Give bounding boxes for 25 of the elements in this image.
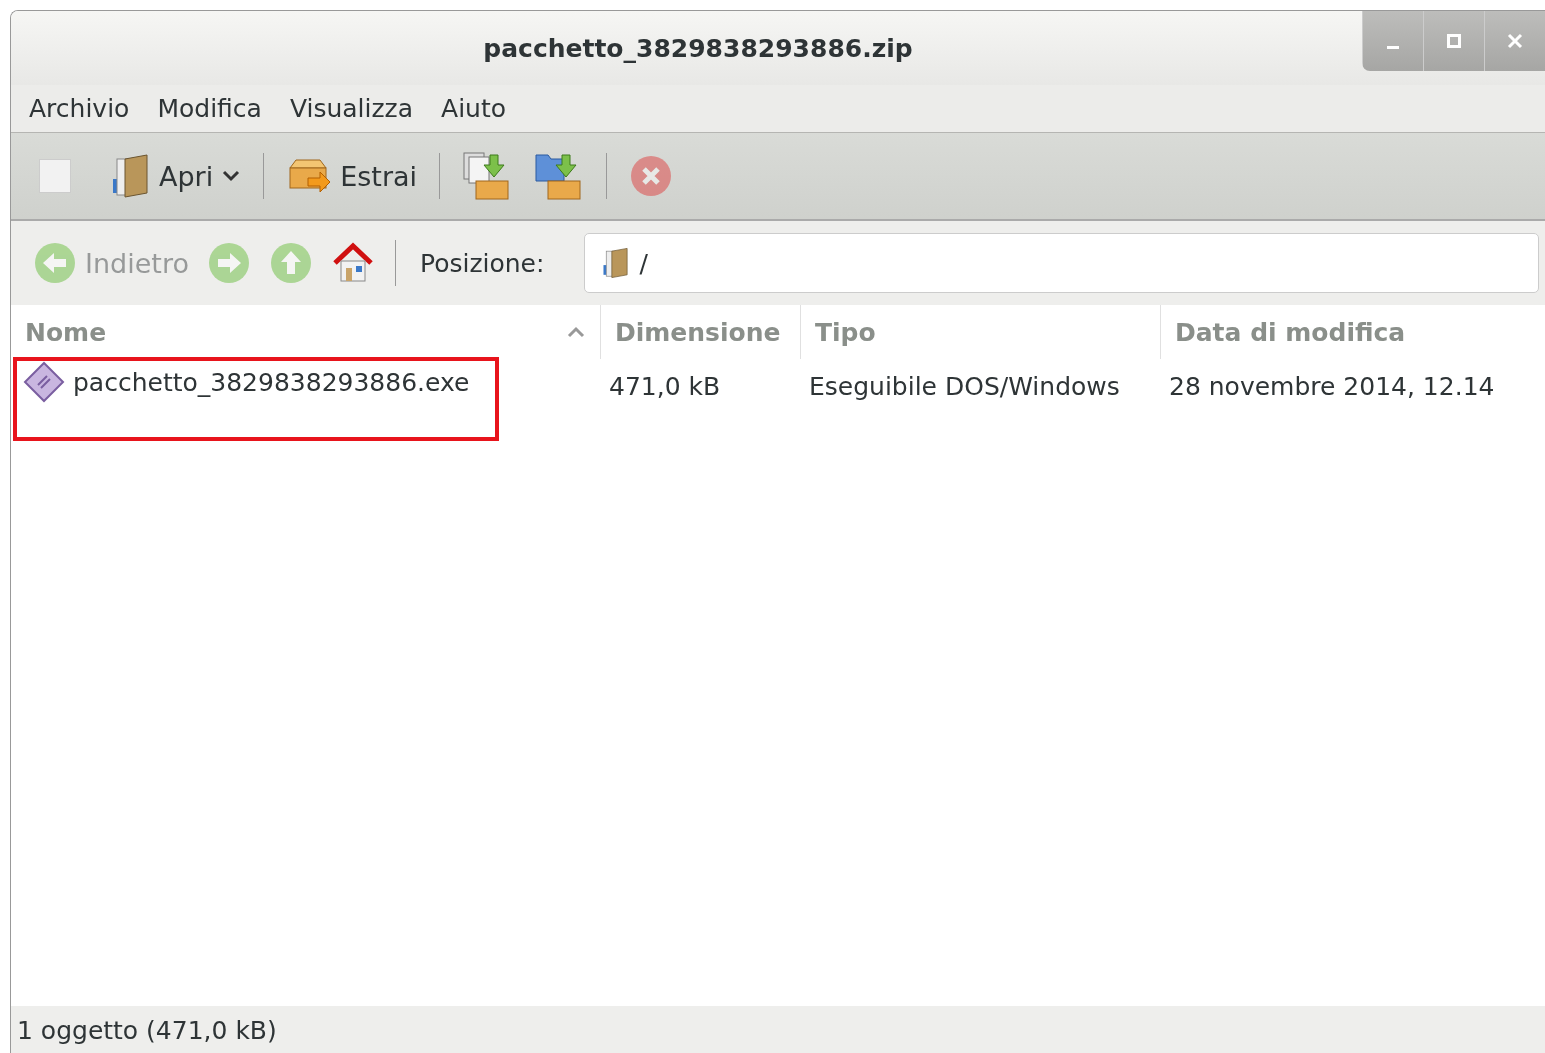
minimize-icon — [1387, 45, 1399, 49]
window-title: pacchetto_3829838293886.zip — [483, 33, 913, 63]
location-field[interactable]: / — [584, 233, 1539, 293]
executable-file-icon — [23, 361, 65, 403]
stop-icon — [629, 154, 674, 198]
maximize-button[interactable] — [1423, 11, 1484, 71]
checkbox[interactable] — [39, 159, 71, 193]
table-cell: 471,0 kB — [609, 371, 721, 401]
door-icon — [111, 153, 151, 199]
minimize-button[interactable] — [1362, 11, 1423, 71]
table-cell: 28 novembre 2014, 12.14 — [1169, 371, 1495, 401]
status-bar-text: 1 oggetto (471,0 kB) — [17, 1015, 277, 1045]
menu-item[interactable]: Archivio — [19, 94, 140, 123]
menu-item[interactable]: Visualizza — [279, 94, 424, 123]
location-label: Posizione: — [419, 248, 545, 278]
menu-item[interactable]: Aiuto — [431, 94, 517, 123]
caret-icon — [221, 169, 242, 183]
table-cell: pacchetto_3829838293886.exe — [13, 357, 500, 441]
close-button[interactable] — [1484, 11, 1545, 71]
menu-item[interactable]: Modifica — [147, 94, 272, 123]
table-cell: Eseguibile DOS/Windows — [809, 371, 1120, 401]
open-button[interactable]: Apri — [105, 153, 248, 199]
extract-button[interactable]: Estrai — [280, 156, 424, 196]
maximize-icon — [1446, 33, 1462, 49]
close-icon — [1507, 33, 1523, 49]
